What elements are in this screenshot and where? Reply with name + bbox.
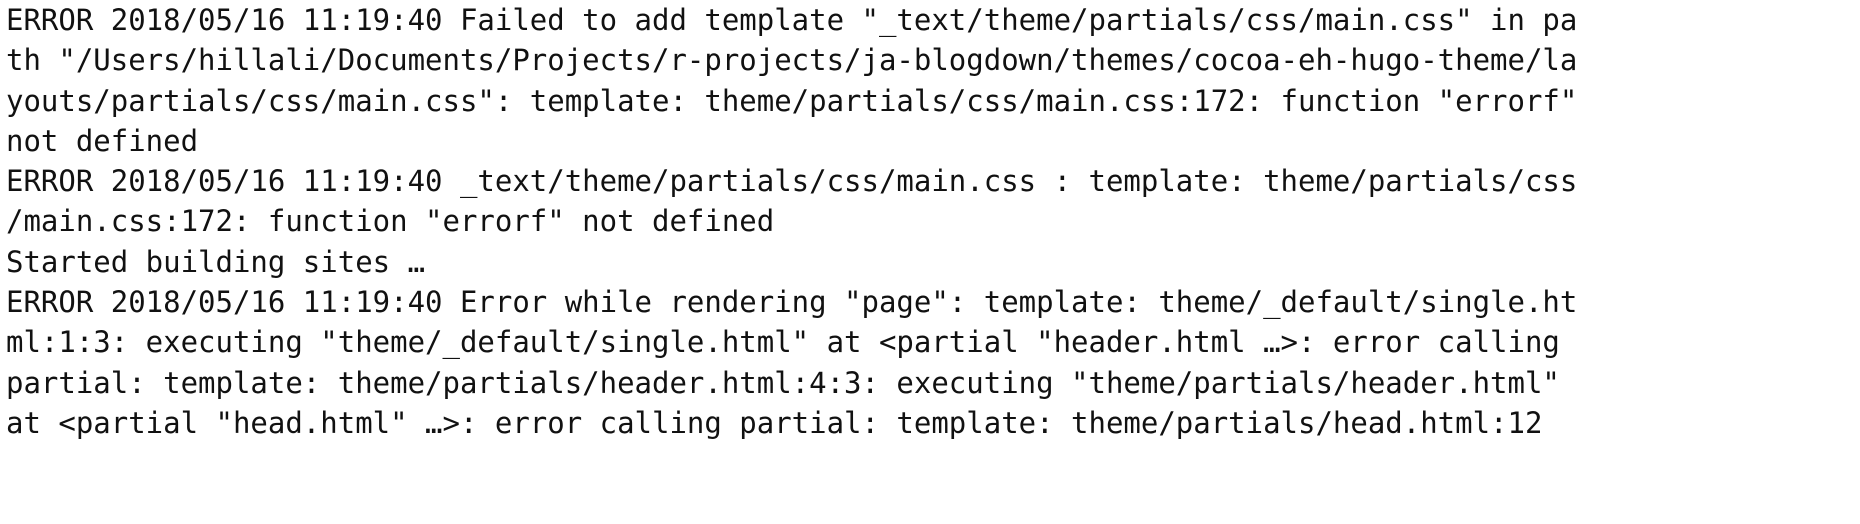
terminal-line: Started building sites … bbox=[6, 244, 426, 279]
terminal-line: ERROR 2018/05/16 11:19:40 Failed to add … bbox=[6, 3, 1578, 37]
terminal-line: partial: template: theme/partials/header… bbox=[6, 365, 1560, 400]
terminal-output[interactable]: ERROR 2018/05/16 11:19:40 Failed to add … bbox=[0, 0, 1860, 524]
terminal-line: at <partial "head.html" …>: error callin… bbox=[6, 405, 1543, 440]
terminal-line: ml:1:3: executing "theme/_default/single… bbox=[6, 325, 1560, 360]
terminal-line: youts/partials/css/main.css": template: … bbox=[6, 83, 1578, 118]
terminal-line: ERROR 2018/05/16 11:19:40 _text/theme/pa… bbox=[6, 164, 1578, 199]
terminal-line: th "/Users/hillali/Documents/Projects/r-… bbox=[6, 43, 1578, 78]
terminal-line: /main.css:172: function "errorf" not def… bbox=[6, 204, 775, 239]
terminal-line: not defined bbox=[6, 123, 199, 158]
terminal-line: ERROR 2018/05/16 11:19:40 Error while re… bbox=[6, 285, 1578, 320]
